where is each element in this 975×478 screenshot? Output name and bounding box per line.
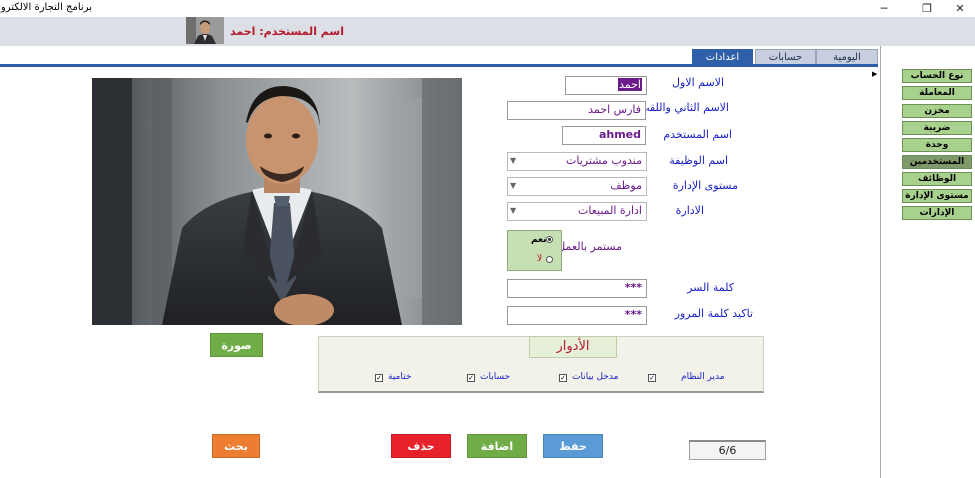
department-label: الادارة: [675, 204, 704, 217]
sidebar-item-warehouse[interactable]: مخزن: [902, 104, 972, 118]
avatar-picture-icon: [186, 17, 224, 44]
current-user-label: اسم المستخدم: احمد: [230, 25, 345, 38]
header-band: [0, 17, 975, 46]
role-admin-checkbox[interactable]: ✓: [648, 374, 656, 382]
record-counter: 6/6: [689, 440, 766, 460]
role-closing-label: ختامية: [388, 372, 412, 382]
job-label: اسم الوظيفة: [669, 154, 728, 167]
sidebar-item-unit[interactable]: وحدة: [902, 138, 972, 152]
role-accounts-checkbox[interactable]: ✓: [467, 374, 475, 382]
tab-underline: [0, 64, 878, 67]
title-bar: [0, 0, 975, 17]
status-yes-label: نعم: [531, 235, 547, 245]
sidebar-item-jobs[interactable]: الوظائف: [902, 172, 972, 186]
close-button[interactable]: ✕: [945, 0, 975, 17]
sidebar-item-account-type[interactable]: نوع الحساب: [902, 69, 972, 83]
minimize-button[interactable]: ─: [869, 0, 899, 17]
window-title: برنامج التجارة الالكترونية: [0, 2, 92, 13]
add-button[interactable]: اضافة: [467, 434, 527, 458]
department-select[interactable]: ▼ ادارة المبيعات: [507, 202, 647, 221]
status-no-radio[interactable]: [546, 256, 553, 263]
user-portrait-icon: [92, 78, 462, 325]
delete-button[interactable]: حذف: [391, 434, 451, 458]
save-button[interactable]: حفظ: [543, 434, 603, 458]
username-field[interactable]: ahmed: [562, 126, 646, 145]
role-accounts-label: حسابات: [480, 372, 511, 382]
restore-button[interactable]: ❐: [912, 0, 942, 17]
sidebar-item-users[interactable]: المستخدمين: [902, 155, 972, 169]
record-selector-icon: ▶: [872, 70, 878, 78]
management-level-select[interactable]: ▼ موظف: [507, 177, 647, 196]
password-label: كلمة السر: [687, 281, 734, 294]
first-name-value: احمد: [618, 78, 642, 91]
sidebar-item-transaction[interactable]: المعاملة: [902, 86, 972, 100]
management-level-label: مستوى الإدارة: [672, 179, 738, 192]
search-button[interactable]: بحث: [212, 434, 260, 458]
tab-accounts[interactable]: حسابات: [755, 49, 816, 65]
management-level-value: موظف: [610, 179, 642, 192]
photo-button[interactable]: صورة: [210, 333, 263, 357]
tab-settings[interactable]: اعدادات: [692, 49, 753, 65]
job-select-value: مندوب مشتريات: [565, 154, 642, 167]
sidebar-item-management-level[interactable]: مستوى الإدارة: [902, 189, 972, 203]
role-admin-label: مدير النظام: [681, 372, 725, 382]
sidebar-item-tax[interactable]: ضريبة: [902, 121, 972, 135]
password-field[interactable]: ***: [507, 279, 647, 298]
username-label: اسم المستخدم: [663, 128, 732, 141]
role-data-entry-checkbox[interactable]: ✓: [559, 374, 567, 382]
confirm-password-field[interactable]: ***: [507, 306, 647, 325]
employment-status-label: مستمر بالعمل: [557, 240, 622, 253]
status-yes-radio[interactable]: [546, 236, 553, 243]
chevron-down-icon[interactable]: ▼: [510, 181, 516, 190]
job-select[interactable]: ▼ مندوب مشتريات: [507, 152, 647, 171]
second-name-field[interactable]: فارس احمد: [507, 101, 646, 120]
status-no-label: لا: [537, 254, 543, 264]
role-data-entry-label: مدخل بيانات: [572, 372, 619, 382]
roles-title: الأدوار: [529, 336, 617, 358]
role-closing-checkbox[interactable]: ✓: [375, 374, 383, 382]
confirm-password-label: تاكيد كلمة المرور: [674, 307, 753, 320]
tab-daily[interactable]: اليومية: [816, 49, 878, 65]
chevron-down-icon[interactable]: ▼: [510, 156, 516, 165]
chevron-down-icon[interactable]: ▼: [510, 206, 516, 215]
department-value: ادارة المبيعات: [577, 204, 642, 217]
avatar: [186, 17, 224, 44]
sidebar-item-departments[interactable]: الإدارات: [902, 206, 972, 220]
first-name-field[interactable]: احمد: [565, 76, 647, 95]
first-name-label: الاسم الاول: [672, 76, 724, 89]
user-photo: [92, 78, 462, 325]
